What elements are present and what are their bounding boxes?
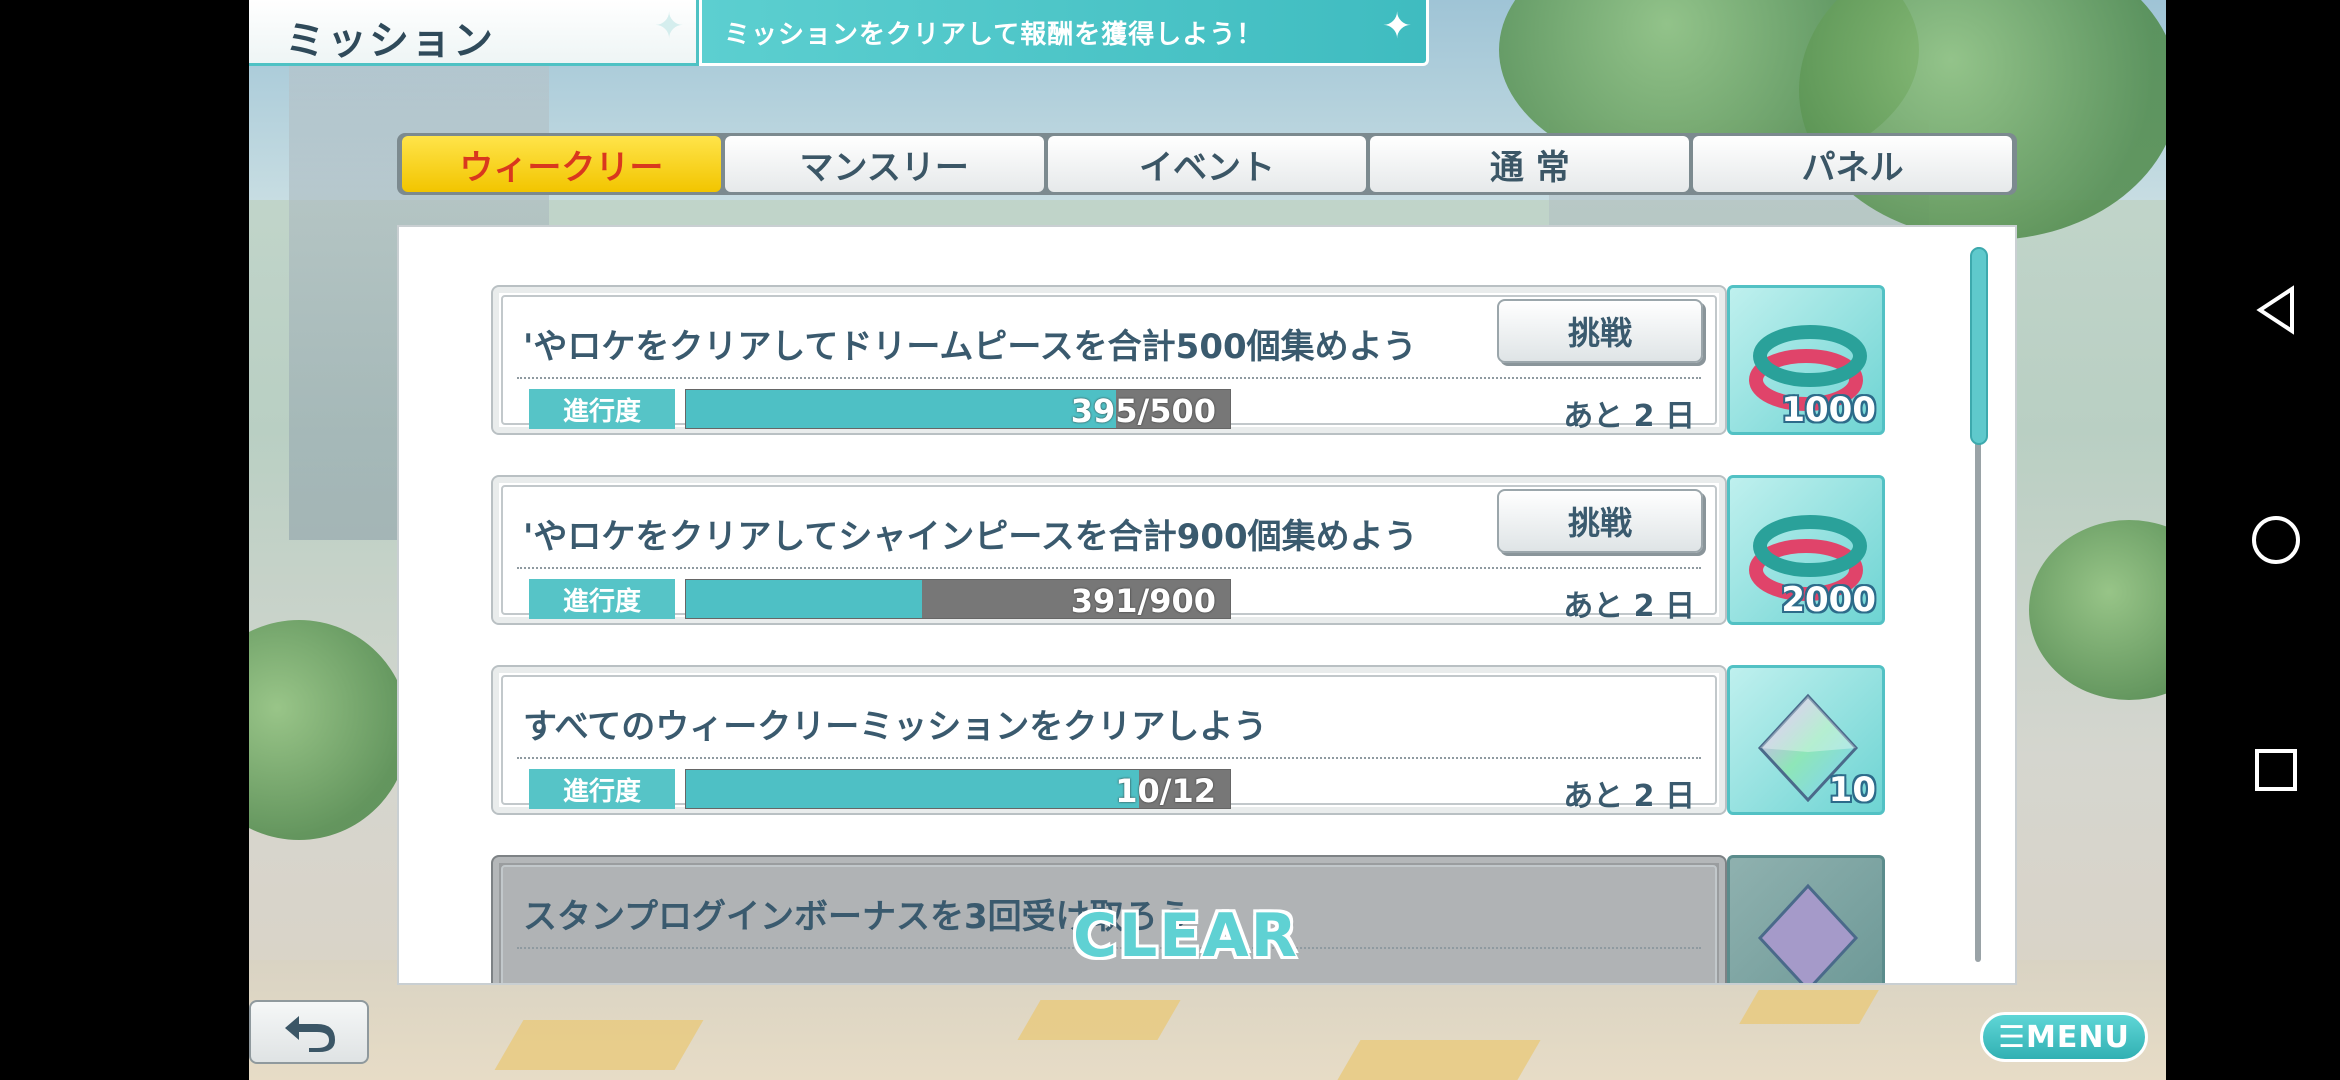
mission-card: 'やロケをクリアしてシャインピースを合計900個集めよう 進行度 391/900…	[491, 475, 1727, 625]
reward-box[interactable]: 1000	[1727, 285, 1885, 435]
time-remaining: あと 2 日	[1563, 589, 1695, 624]
mission-card: 'やロケをクリアしてドリームピースを合計500個集めよう 進行度 395/500…	[491, 285, 1727, 435]
background-tree	[2029, 520, 2166, 700]
reward-box[interactable]: 2000	[1727, 475, 1885, 625]
screen-subtitle: ミッションをクリアして報酬を獲得しよう！	[724, 20, 1264, 50]
nav-recents-icon[interactable]	[2246, 740, 2306, 800]
sparkle-icon: ✦	[1382, 6, 1413, 47]
progress-bar: 395/500	[685, 389, 1231, 430]
mission-text: すべてのウィークリーミッションをクリアしよう	[523, 707, 1268, 747]
clear-stamp: CLEAR	[1073, 901, 1299, 971]
mission-item: 'やロケをクリアしてシャインピースを合計900個集めよう 進行度 391/900…	[491, 475, 1885, 625]
divider	[517, 567, 1701, 569]
screen-title-bar: ミッション ✦	[249, 0, 699, 66]
ground-tile	[1017, 1000, 1181, 1040]
screen-title: ミッション	[285, 18, 495, 64]
tab-normal[interactable]: 通 常	[1370, 136, 1690, 192]
tab-event[interactable]: イベント	[1047, 136, 1367, 192]
reward-box[interactable]	[1727, 855, 1885, 983]
divider	[517, 377, 1701, 379]
menu-button[interactable]: ☰MENU	[1980, 1012, 2148, 1062]
crystal-icon	[1757, 883, 1859, 983]
mission-text: 'やロケをクリアしてドリームピースを合計500個集めよう	[523, 327, 1417, 367]
progress-text: 395/500	[1070, 392, 1216, 430]
mission-card: スタンプログインボーナスを3回受け取ろう CLEAR	[491, 855, 1727, 983]
progress-fill	[686, 580, 923, 618]
time-remaining: あと 2 日	[1563, 779, 1695, 814]
progress-bar: 391/900	[685, 579, 1231, 620]
reward-quantity: 2000	[1781, 580, 1876, 620]
mission-list-panel[interactable]: 'やロケをクリアしてドリームピースを合計500個集めよう 進行度 395/500…	[397, 225, 2017, 985]
mission-text: 'やロケをクリアしてシャインピースを合計900個集めよう	[523, 517, 1418, 557]
reward-quantity: 10	[1828, 770, 1876, 810]
mission-tabs: ウィークリー マンスリー イベント 通 常 パネル	[397, 133, 2017, 195]
letterbox-left	[0, 0, 249, 1080]
divider	[517, 757, 1701, 759]
ground-tile	[1739, 990, 1879, 1024]
tab-monthly[interactable]: マンスリー	[724, 136, 1044, 192]
nav-home-icon[interactable]	[2246, 510, 2306, 570]
reward-box[interactable]: 10	[1727, 665, 1885, 815]
mission-item: 'やロケをクリアしてドリームピースを合計500個集めよう 進行度 395/500…	[491, 285, 1885, 435]
background-tree	[249, 620, 409, 840]
screen-subtitle-bar: ミッションをクリアして報酬を獲得しよう！ ✦	[699, 0, 1429, 66]
challenge-button[interactable]: 挑戦	[1497, 489, 1703, 553]
reward-quantity: 1000	[1781, 390, 1876, 430]
progress-text: 10/12	[1115, 772, 1216, 810]
progress-fill	[686, 390, 1116, 428]
sparkle-icon: ✦	[654, 6, 685, 47]
tab-panel[interactable]: パネル	[1693, 136, 2012, 192]
mission-item: スタンプログインボーナスを3回受け取ろう CLEAR	[491, 855, 1885, 983]
mission-item: すべてのウィークリーミッションをクリアしよう 進行度 10/12 あと 2 日	[491, 665, 1885, 815]
tab-weekly[interactable]: ウィークリー	[402, 136, 721, 192]
progress-fill	[686, 770, 1140, 808]
time-remaining: あと 2 日	[1563, 399, 1695, 434]
progress-text: 391/900	[1070, 582, 1216, 620]
back-arrow-icon	[285, 1016, 335, 1052]
progress-label: 進行度	[529, 579, 675, 619]
mission-card: すべてのウィークリーミッションをクリアしよう 進行度 10/12 あと 2 日	[491, 665, 1727, 815]
progress-label: 進行度	[529, 389, 675, 429]
scrollbar-thumb[interactable]	[1970, 247, 1988, 445]
mission-card-inner: すべてのウィークリーミッションをクリアしよう 進行度 10/12 あと 2 日	[501, 675, 1717, 814]
challenge-button[interactable]: 挑戦	[1497, 299, 1703, 363]
back-button[interactable]	[249, 1000, 369, 1064]
progress-label: 進行度	[529, 769, 675, 809]
progress-bar: 10/12	[685, 769, 1231, 810]
nav-back-icon[interactable]	[2246, 280, 2306, 340]
ground-tile	[1337, 1040, 1541, 1080]
ground-tile	[494, 1020, 704, 1070]
